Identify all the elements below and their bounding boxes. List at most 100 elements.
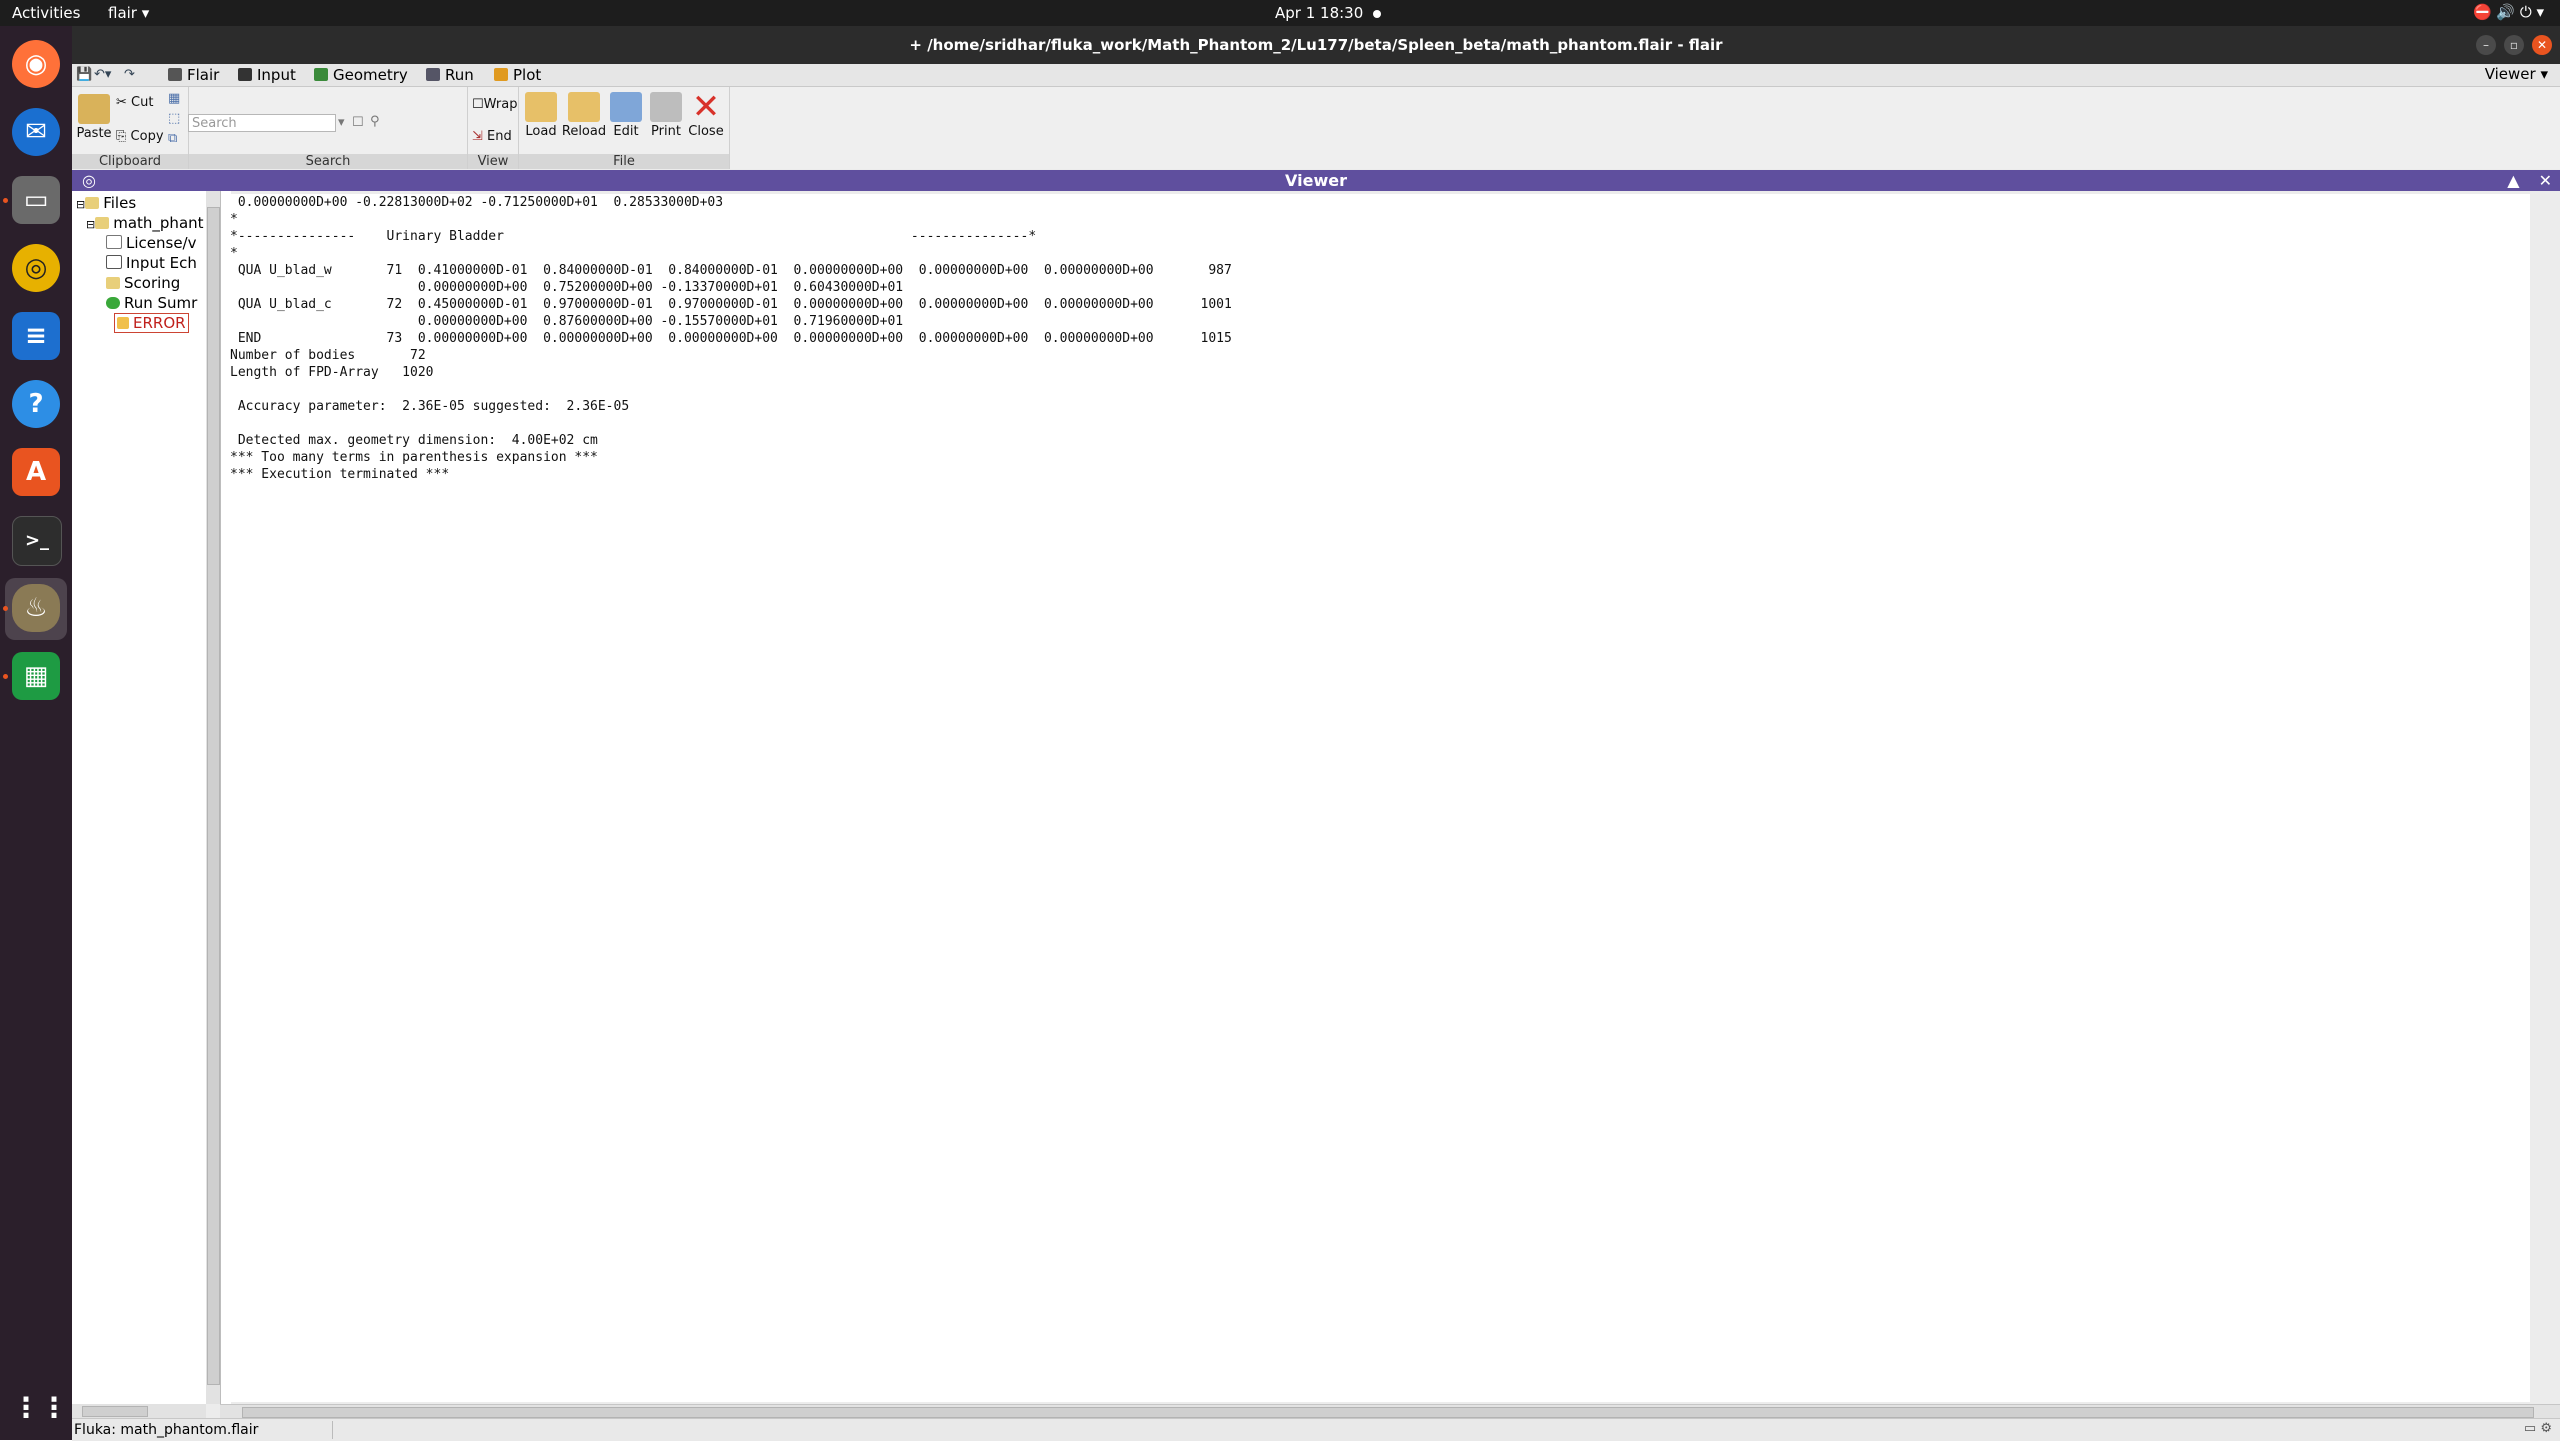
terminal-icon[interactable]: >_ xyxy=(12,516,62,566)
viewer-line: 0.00000000D+00 -0.22813000D+02 -0.712500… xyxy=(230,195,724,210)
tab-run[interactable]: Run xyxy=(420,66,480,84)
search-go-icon[interactable]: ⚲ xyxy=(370,114,380,129)
tree-node-error[interactable]: ERROR xyxy=(114,313,189,333)
printer-icon xyxy=(650,92,682,122)
firefox-icon[interactable]: ◉ xyxy=(12,40,60,88)
paste-icon xyxy=(78,94,110,124)
paste-label: Paste xyxy=(76,126,112,141)
minimize-button[interactable]: – xyxy=(2476,35,2496,55)
end-label: End xyxy=(487,129,512,144)
viewer-pin-icon[interactable]: ◎ xyxy=(82,170,96,191)
wrap-label: Wrap xyxy=(483,97,518,112)
select-none-icon[interactable]: ⬚ xyxy=(168,111,180,126)
viewer-close-button[interactable]: ✕ xyxy=(2539,171,2552,190)
document-icon xyxy=(106,235,122,249)
viewer-horizontal-scrollbar[interactable] xyxy=(220,1404,2560,1419)
viewer-line xyxy=(230,415,2530,432)
running-indicator xyxy=(3,674,8,679)
tree-node-input-echo[interactable]: Input Ech xyxy=(106,254,206,272)
geometry-tab-icon xyxy=(314,68,328,81)
viewer-text[interactable]: 0.00000000D+00 -0.22813000D+02 -0.712500… xyxy=(230,194,2530,1402)
wrap-checkbox-icon: ☐ xyxy=(472,97,484,112)
status-text: Fluka: math_phantom.flair xyxy=(74,1422,259,1438)
clone-icon[interactable]: ⧉ xyxy=(168,131,177,146)
tree-node-run-summary[interactable]: Run Sumr xyxy=(106,294,206,312)
viewer-hscroll-thumb[interactable] xyxy=(242,1407,2534,1418)
edit-button[interactable]: Edit xyxy=(607,92,645,139)
clock[interactable]: Apr 1 18:30 xyxy=(1275,4,1382,22)
tab-flair[interactable]: Flair xyxy=(162,66,225,84)
window-titlebar: + /home/sridhar/fluka_work/Math_Phantom_… xyxy=(72,26,2560,64)
search-group-label: Search xyxy=(189,154,467,169)
tree-label: Input Ech xyxy=(126,254,197,272)
tree-scroll-thumb[interactable] xyxy=(207,207,220,1385)
search-filter-icon[interactable]: ☐ xyxy=(352,115,364,130)
running-indicator xyxy=(3,198,8,203)
print-button[interactable]: Print xyxy=(647,92,685,139)
load-folder-icon xyxy=(525,92,557,122)
input-echo-icon xyxy=(106,255,122,269)
save-quick-icon[interactable]: 💾 xyxy=(76,67,92,82)
search-dropdown-icon[interactable]: ▾ xyxy=(338,115,345,130)
paste-button[interactable]: Paste xyxy=(74,94,114,141)
system-tray[interactable]: ⛔ 🔊 ⏻ ▾ xyxy=(2473,3,2544,21)
app-menu[interactable]: flair ▾ xyxy=(108,4,149,22)
reload-button[interactable]: Reload xyxy=(561,92,607,139)
flair-window: 💾 ↶▾ ↷ Flair Input Geometry Run Plot Vie… xyxy=(72,64,2560,1441)
edit-label: Edit xyxy=(613,124,639,139)
system-top-bar: Activities flair ▾ Apr 1 18:30 ⛔ 🔊 ⏻ ▾ xyxy=(0,0,2560,26)
pencil-icon xyxy=(610,92,642,122)
tab-input-label: Input xyxy=(257,66,296,84)
writer-icon[interactable]: ≡ xyxy=(12,312,60,360)
show-applications-icon[interactable]: ⋮⋮⋮ xyxy=(12,1384,96,1432)
redo-icon[interactable]: ↷ xyxy=(124,67,135,82)
cut-button[interactable]: ✂ Cut xyxy=(116,95,153,110)
maximize-button[interactable]: ▫ xyxy=(2504,35,2524,55)
copy-button[interactable]: ⎘ Copy xyxy=(116,129,164,144)
menu-bar: 💾 ↶▾ ↷ Flair Input Geometry Run Plot Vie… xyxy=(72,64,2560,87)
viewer-collapse-button[interactable]: ▲ xyxy=(2507,171,2519,190)
files-icon[interactable]: ▭ xyxy=(12,176,60,224)
tree-node-license[interactable]: License/v xyxy=(106,234,206,252)
viewer-header: ◎ Viewer ▲ ✕ xyxy=(72,170,2560,191)
search-input[interactable]: Search xyxy=(188,114,336,132)
software-icon[interactable]: A xyxy=(12,448,60,496)
tree-node-scoring[interactable]: Scoring xyxy=(106,274,206,292)
folder-icon xyxy=(85,197,100,209)
tab-run-label: Run xyxy=(445,66,474,84)
thunderbird-icon[interactable]: ✉ xyxy=(12,108,60,156)
tab-plot[interactable]: Plot xyxy=(488,66,547,84)
tree-vertical-scrollbar[interactable] xyxy=(206,191,221,1404)
plot-tab-icon xyxy=(494,68,508,81)
close-file-button[interactable]: ✕ Close xyxy=(687,90,725,139)
wrap-toggle[interactable]: ☐Wrap xyxy=(472,97,518,112)
load-button[interactable]: Load xyxy=(521,92,561,139)
viewer-line: END 73 0.00000000D+00 0.00000000D+00 0.0… xyxy=(230,331,1232,346)
rhythmbox-icon[interactable]: ◎ xyxy=(12,244,60,292)
tab-geometry[interactable]: Geometry xyxy=(308,66,414,84)
viewer-selector[interactable]: Viewer ▾ xyxy=(2479,65,2554,83)
end-button[interactable]: ⇲ End xyxy=(472,129,512,144)
select-all-icon[interactable]: ▦ xyxy=(168,91,180,106)
flair-icon[interactable]: ♨ xyxy=(12,584,60,632)
tab-input[interactable]: Input xyxy=(232,66,302,84)
file-group-label: File xyxy=(519,154,729,169)
close-label: Close xyxy=(688,124,724,139)
tree-horizontal-scrollbar[interactable] xyxy=(72,1404,206,1418)
collapse-icon: ⊟ xyxy=(76,198,86,211)
undo-icon[interactable]: ↶▾ xyxy=(94,67,111,82)
viewer-line: Length of FPD-Array 1020 xyxy=(230,365,434,380)
help-icon[interactable]: ? xyxy=(12,380,60,428)
clipboard-group-label: Clipboard xyxy=(72,154,188,169)
viewer-line: Detected max. geometry dimension: 4.00E+… xyxy=(230,433,598,448)
tree-node-project[interactable]: ⊟ math_phant xyxy=(86,214,206,232)
activities-button[interactable]: Activities xyxy=(12,4,80,22)
calc-icon[interactable]: ▦ xyxy=(12,652,60,700)
load-label: Load xyxy=(525,124,557,139)
tree-node-files[interactable]: ⊟ Files xyxy=(76,194,136,212)
tree-hscroll-thumb[interactable] xyxy=(82,1406,148,1417)
close-window-button[interactable]: ✕ xyxy=(2532,35,2552,55)
tree-label: License/v xyxy=(126,234,197,252)
cut-icon: ✂ xyxy=(116,95,132,110)
viewer-line: * xyxy=(230,212,238,227)
